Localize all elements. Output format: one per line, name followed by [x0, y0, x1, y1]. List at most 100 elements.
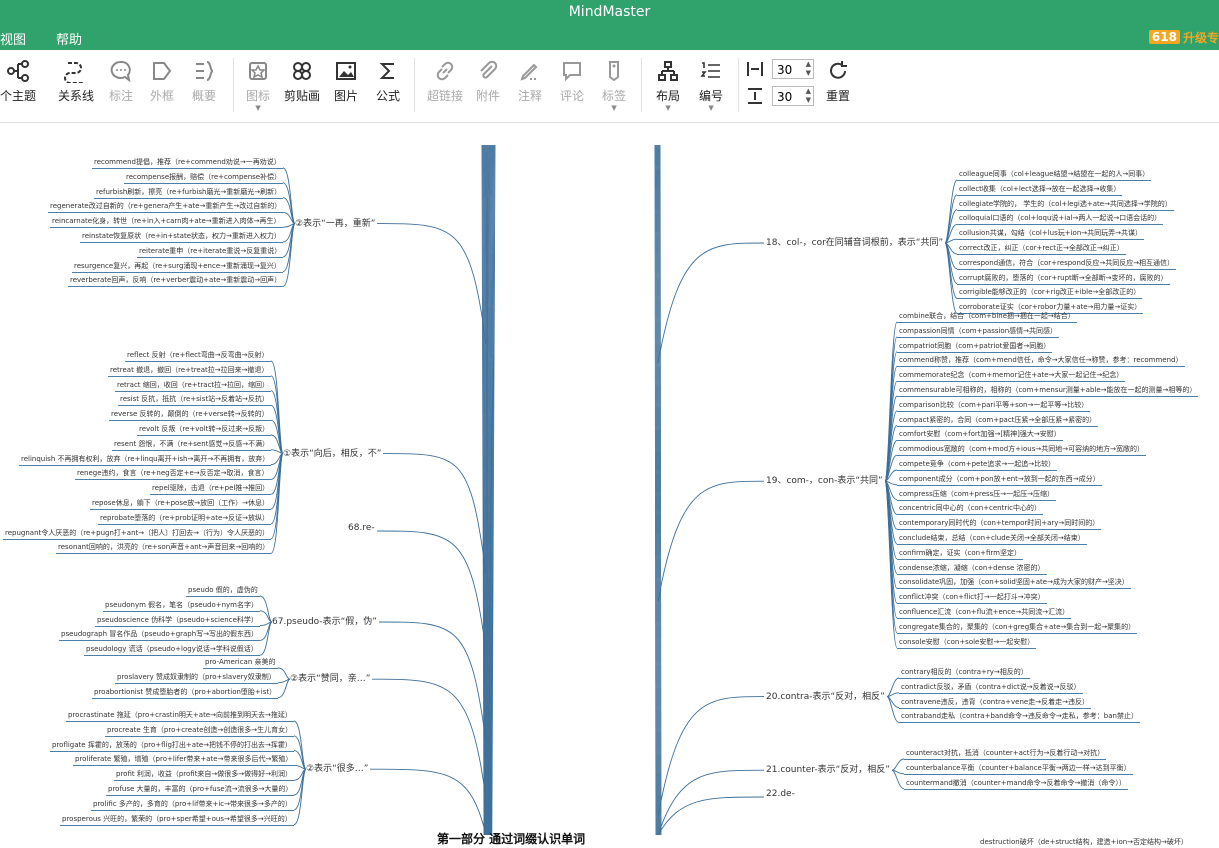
child-topic[interactable]: commodious宽敞的（com+mod方+ious→共同地→可容纳的地方→宽… [897, 444, 1146, 457]
child-topic[interactable]: prosperous 兴旺的，繁荣的（pro+sper希望+ous→希望很多→兴… [60, 814, 294, 826]
child-topic[interactable]: colloquial口语的（col+loqu说+ial→两人一起说→口语会话的） [957, 213, 1164, 226]
child-topic[interactable]: collusion共谋，勾结（col+lus玩+ion→共同玩弄→共谋） [957, 228, 1144, 241]
child-topic[interactable]: contrary相反的（contra+ry→相反的） [899, 667, 1030, 679]
child-topic[interactable]: repugnant令人厌恶的（re+pugn打+ant→〔把人〕打回去→（行为）… [3, 528, 271, 540]
boundary-button[interactable]: 外框 [150, 58, 174, 104]
child-topic[interactable]: conflict冲突（con+flict打→一起打斗→冲突） [897, 592, 1047, 605]
child-topic[interactable]: profit 利润，收益（profit来自→做很多→做得好→利润） [114, 769, 295, 782]
child-topic[interactable]: comfort安慰（com+fort加强→[精神]强大→安慰） [897, 429, 1063, 442]
child-topic[interactable]: refurbish刷新，擦亮（re+furbish磨光→重新磨光→刷新） [94, 187, 284, 199]
menu-help[interactable]: 帮助 [56, 29, 82, 48]
child-topic[interactable]: collegiate学院的， 学生的（col+legi选+ate→共同选择→学院… [957, 199, 1174, 211]
branch-topic[interactable]: 67.pseudo-表示“假，伪” [272, 614, 377, 627]
child-topic[interactable]: repose休息，躺下（re+pose放→放回（工作）→休息） [90, 498, 272, 510]
layout-button[interactable]: 布局 ▼ [656, 58, 680, 112]
vertical-spacing-input[interactable]: 30 ▲ ▼ [772, 86, 814, 106]
child-topic[interactable]: reprobate堕落的（re+prob证明+ate→反证→放纵） [98, 513, 271, 525]
child-topic[interactable]: relinquish 不再拥有权利，放弃（re+linqu离开+ish→离开→不… [19, 454, 272, 466]
child-topic[interactable]: pseudology 谎话（pseudo+logy说话→学科说假话） [84, 644, 260, 657]
child-topic[interactable]: combine联合，结合（com+bine捆→捆在一起→结合） [897, 311, 1077, 323]
spinner-arrows-icon[interactable]: ▲ ▼ [806, 60, 811, 78]
child-topic[interactable]: prolific 多产的，多育的（pro+lif带来+ic→带来很多→多产的） [91, 799, 294, 811]
child-topic[interactable]: contravene违反，违背（contra+vene走→反着走→违反） [899, 697, 1091, 709]
child-topic[interactable]: proslavery 赞成奴隶制的（pro+slavery奴隶制） [115, 672, 278, 684]
branch-topic[interactable]: 18、col-，cor在同辅音词根前，表示“共同” [766, 235, 943, 248]
hyperlink-button[interactable]: 超链接 [427, 58, 463, 104]
child-topic[interactable]: condense浓缩，凝缩（con+dense 浓密的） [897, 563, 1047, 575]
numbering-button[interactable]: 编号 ▼ [699, 58, 723, 112]
child-topic[interactable]: retreat 撤退，撤回（re+treat拉→拉回来→撤退） [108, 365, 271, 377]
child-topic[interactable]: regenerate改过自新的（re+genera产生+ate→重新产生→改过自… [48, 201, 284, 214]
child-topic[interactable]: corrupt腐败的，堕落的（cor+rupt断→全部断→变坏的，腐败的） [957, 273, 1170, 285]
child-topic[interactable]: counterbalance平衡（counter+balance平衡→两边一样→… [904, 763, 1133, 775]
child-topic[interactable]: contradict反驳，矛盾（contra+dict说→反着说→反驳） [899, 682, 1083, 694]
child-topic[interactable]: counteract对抗，抵消（counter+act行为→反着行动→对抗） [904, 748, 1107, 760]
child-topic[interactable]: compress压缩（com+press压→一起压→压缩） [897, 489, 1057, 501]
branch-topic[interactable]: 20.contra-表示“反对，相反” [766, 689, 885, 702]
image-button[interactable]: 图片 [334, 58, 358, 104]
mindmap-canvas[interactable]: 第一部分 通过词缀认识单词 destruction破坏（de+struct结构，… [0, 145, 1219, 848]
child-topic[interactable]: consolidate巩固，加强（con+solid坚固+ate→成为大家的财产… [897, 577, 1131, 590]
child-topic[interactable]: recommend提倡，推荐（re+commend劝说→一再劝说） [92, 157, 283, 169]
central-topic[interactable]: 第一部分 通过词缀认识单词 [437, 830, 585, 847]
branch-topic[interactable]: ②表示“一再，重新” [295, 216, 375, 229]
child-topic[interactable]: procreate 生育（pro+create创造→创造很多→生儿育女） [105, 725, 295, 737]
child-topic[interactable]: commend称赞，推荐（com+mend信任，命令→大家信任→称赞，参考：re… [897, 355, 1185, 368]
child-topic[interactable]: revolt 反叛（re+volt转→反过来→反叛） [137, 424, 272, 436]
child-topic[interactable]: congregate集合的，聚集的（con+greg集合+ate→集合到一起→聚… [897, 622, 1138, 634]
branch-topic[interactable]: 22.de- [766, 789, 795, 799]
bottom-right-node[interactable]: destruction破坏（de+struct结构，建造+ion→否定结构→破坏… [978, 837, 1190, 848]
child-topic[interactable]: resent 怨恨，不满（re+sent感觉→反感→不满） [112, 439, 272, 451]
child-topic[interactable]: conclude结束，总结（con+clude关闭→全部关闭→结束） [897, 533, 1087, 545]
child-topic[interactable]: compact紧密的，合同（com+pact压紧→全部压紧→紧密的） [897, 415, 1099, 427]
child-topic[interactable]: commemorate纪念（com+memor记住+ate→大家一起记住→纪念） [897, 370, 1126, 383]
tag-button[interactable]: 标签 ▼ [602, 58, 626, 112]
child-topic[interactable]: compatriot同胞（com+patriot爱国者→同胞） [897, 341, 1053, 353]
child-topic[interactable]: confluence汇流（con+flu流+ence→共同流→汇流） [897, 607, 1072, 619]
child-topic[interactable]: retract 缩回，收回（re+tract拉→拉回，缩回） [115, 380, 272, 392]
child-topic[interactable]: collect收集（col+lect选择→放在一起选择→收集） [957, 184, 1123, 196]
child-topic[interactable]: pseudograph 冒名作品（pseudo+graph写→写出的假东西） [59, 629, 261, 642]
child-topic[interactable]: compassion同情（com+passion感情→共同感） [897, 326, 1060, 338]
icon-button[interactable]: 图标 ▼ [246, 58, 270, 112]
child-topic[interactable]: correspond通信，符合（cor+respond反应→共同反应→相互通信） [957, 258, 1177, 270]
formula-button[interactable]: 公式 [376, 58, 400, 104]
branch-topic[interactable]: ②表示“很多…” [306, 761, 368, 774]
child-topic[interactable]: pseudonym 假名，笔名（pseudo+nym名字） [103, 600, 261, 612]
child-topic[interactable]: pseudo 假的，虚伪的 [186, 585, 260, 597]
horizontal-spacing-input[interactable]: 30 ▲ ▼ [772, 59, 814, 79]
child-topic[interactable]: concentric同中心的（con+centric中心的） [897, 503, 1044, 516]
menu-view[interactable]: 视图 [0, 29, 26, 48]
child-topic[interactable]: pro-American 亲美的 [203, 657, 278, 669]
branch-topic[interactable]: 19、com-，con-表示“共同” [766, 473, 883, 486]
child-topic[interactable]: reinstate恢复原状（re+in+state状态，权力→重新进入权力） [80, 231, 283, 243]
spinner-arrows-icon[interactable]: ▲ ▼ [806, 87, 811, 105]
child-topic[interactable]: comparison比较（com+pari平等+son→一起平等→比较） [897, 400, 1091, 412]
child-topic[interactable]: console安慰（con+sole安慰→一起安慰） [897, 637, 1037, 649]
callout-button[interactable]: 标注 [109, 58, 133, 104]
branch-topic[interactable]: ①表示“向后，相反，不” [283, 446, 381, 459]
child-topic[interactable]: commensurable可相称的，相称的（com+mensur测量+able→… [897, 385, 1199, 397]
child-topic[interactable]: reiterate重申（re+iterate重说→反复重说） [137, 246, 284, 258]
sub-topic-button[interactable]: 个主题 [0, 58, 36, 104]
upgrade-promo[interactable]: 618 升级专 [1148, 28, 1219, 46]
comment-button[interactable]: 评论 [560, 58, 584, 104]
child-topic[interactable]: procrastinate 拖延（pro+crastin明天+ate→向前推到明… [66, 710, 294, 722]
child-topic[interactable]: confirm确定，证实（con+firm坚定） [897, 548, 1023, 560]
branch-topic[interactable]: 68.re- [348, 523, 375, 533]
child-topic[interactable]: reverse 反转的，颠倒的（re+verse转→反转的） [109, 409, 271, 422]
child-topic[interactable]: component成分（com+pon放+ent→放到一起的东西→成分） [897, 474, 1102, 486]
branch-topic[interactable]: 21.counter-表示“反对，相反” [766, 762, 890, 775]
child-topic[interactable]: reverberate回声，反响（re+verber震动+ate→重新震动→回声… [68, 275, 284, 288]
reset-button[interactable]: 重置 [826, 58, 850, 104]
child-topic[interactable]: resonant回响的，洪亮的（re+son声音+ant→声音回来→回响的） [56, 542, 272, 555]
child-topic[interactable]: resurgence复兴，再起（re+surg涌现+ence→重新涌现→复兴） [72, 261, 283, 273]
branch-topic[interactable]: ②表示“赞同，亲…” [290, 671, 370, 684]
child-topic[interactable]: contraband走私（contra+band命令→违反命令→走私，参考：ba… [899, 711, 1140, 724]
child-topic[interactable]: compete竞争（com+pete追求→一起追→比较） [897, 459, 1058, 471]
child-topic[interactable]: contemporary同时代的（con+tempor时间+ary→同时间的） [897, 518, 1102, 531]
child-topic[interactable]: countermand撤消（counter+mand命令→反着命令→撤消（命令）… [904, 778, 1128, 790]
child-topic[interactable]: colleague同事（col+league结盟→结盟在一起的人→同事） [957, 169, 1152, 181]
child-topic[interactable]: repel驱除，击退（re+pel推→推回） [150, 483, 272, 496]
child-topic[interactable]: resist 反抗，抵抗（re+sist站→反着站→反抗） [118, 394, 271, 407]
